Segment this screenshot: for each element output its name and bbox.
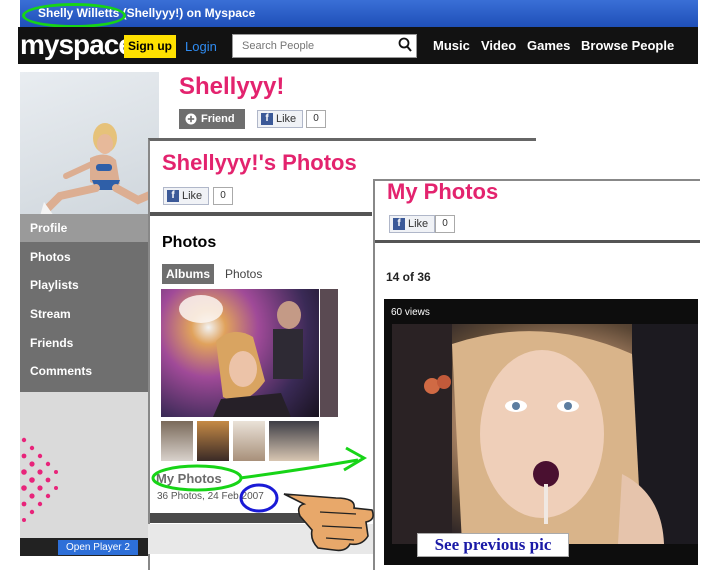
nav-link-video[interactable]: Video — [481, 37, 516, 55]
my-photos-like-label: Like — [408, 218, 429, 230]
caption-see-previous-pic: See previous pic — [417, 533, 569, 557]
view-count: 60 views — [391, 307, 430, 318]
profile-picture[interactable] — [20, 72, 159, 216]
nav-link-music[interactable]: Music — [433, 37, 470, 55]
profile-like-count: 0 — [306, 110, 326, 128]
profile-like-label: Like — [276, 113, 297, 125]
album-cover-image[interactable] — [161, 289, 319, 417]
decorative-dots-pattern — [21, 437, 58, 522]
profile-name: Shellyyy! — [179, 73, 285, 100]
profile-like-button[interactable]: f Like — [257, 110, 303, 128]
album-thumbnail[interactable] — [161, 421, 193, 461]
my-photos-title: My Photos — [387, 179, 499, 204]
login-link[interactable]: Login — [185, 35, 217, 58]
myspace-logo[interactable]: myspace — [20, 30, 134, 60]
menu-item-photos[interactable]: Photos — [20, 243, 148, 271]
tab-albums[interactable]: Albums — [162, 264, 214, 284]
photos-like-count: 0 — [213, 187, 233, 205]
photos-like-button[interactable]: f Like — [163, 187, 209, 205]
album-year: 2007 — [241, 491, 264, 502]
album-meta-text: 36 Photos, 24 Feb — [157, 491, 242, 502]
album-thumbnail[interactable] — [197, 421, 229, 461]
main-photo[interactable] — [392, 324, 698, 544]
search-icon[interactable] — [398, 37, 412, 53]
facebook-icon: f — [393, 218, 405, 230]
menu-item-stream[interactable]: Stream — [20, 300, 148, 328]
window-footer — [148, 524, 373, 554]
plus-circle-icon — [185, 113, 197, 125]
album-thumbnail[interactable] — [269, 421, 319, 461]
facebook-icon: f — [167, 190, 179, 202]
my-photos-like-count: 0 — [435, 215, 455, 233]
album-thumbnail[interactable] — [233, 421, 265, 461]
nav-link-browse-people[interactable]: Browse People — [581, 37, 674, 55]
photo-counter: 14 of 36 — [386, 270, 431, 284]
nav-link-games[interactable]: Games — [527, 37, 570, 55]
menu-item-comments[interactable]: Comments — [20, 357, 148, 385]
menu-item-profile[interactable]: Profile — [20, 214, 148, 242]
album-cover-edge — [320, 289, 338, 417]
sign-up-button[interactable]: Sign up — [124, 35, 176, 58]
divider — [375, 240, 700, 243]
open-player-button[interactable]: Open Player 2 — [58, 540, 138, 555]
friend-button[interactable]: Friend — [179, 109, 245, 129]
menu-item-friends[interactable]: Friends — [20, 329, 148, 357]
photos-page-title: Shellyyy!'s Photos — [162, 150, 357, 175]
divider — [150, 212, 372, 216]
search-input[interactable] — [232, 34, 417, 58]
tab-photos[interactable]: Photos — [225, 264, 262, 284]
album-meta: 36 Photos, 24 Feb 2007 — [157, 490, 264, 504]
green-circle-annotation — [22, 3, 126, 28]
photos-section-heading: Photos — [162, 234, 217, 251]
title-rest: (Shellyyy!) on Myspace — [122, 6, 256, 20]
my-photos-like-button[interactable]: f Like — [389, 215, 435, 233]
photos-like-label: Like — [182, 190, 203, 202]
album-name-link[interactable]: My Photos — [156, 471, 222, 487]
profile-menu: Profile Photos Playlists Stream Friends … — [20, 214, 148, 392]
menu-item-playlists[interactable]: Playlists — [20, 271, 148, 299]
friend-button-label: Friend — [201, 113, 235, 125]
facebook-icon: f — [261, 113, 273, 125]
divider — [150, 513, 310, 523]
